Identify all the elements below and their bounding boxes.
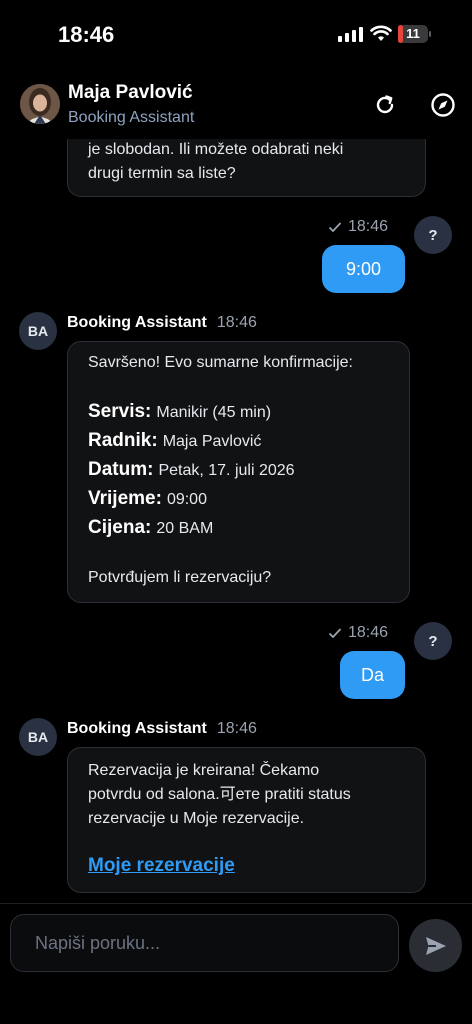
summary-row-worker: Radnik: Maja Pavlović [88, 429, 389, 458]
summary-label: Cijena: [88, 517, 152, 538]
assistant-avatar: BA [19, 718, 57, 756]
message-line: je slobodan. Ili možete odabrati neki [88, 141, 344, 158]
message-line: potvrdu od salona.可ете pratiti status [88, 786, 351, 803]
summary-row-time: Vrijeme: 09:00 [88, 487, 389, 516]
message-time: 18:46 [348, 624, 389, 641]
send-button[interactable] [409, 919, 462, 972]
message-line: drugi termin sa liste? [88, 165, 236, 182]
avatar[interactable] [20, 84, 60, 124]
user-avatar: ? [414, 622, 452, 660]
message-timestamp: 18:46 [328, 624, 388, 642]
avatar-photo [20, 84, 60, 124]
check-icon [328, 628, 342, 639]
wifi-icon [370, 25, 392, 41]
message-bubble: Savršeno! Evo sumarne konfirmacije: Serv… [67, 341, 410, 603]
summary-label: Servis: [88, 401, 152, 422]
summary-value: 20 BAM [156, 520, 214, 537]
my-reservations-link[interactable]: Moje rezervacije [88, 855, 235, 876]
summary-value: 09:00 [166, 491, 207, 508]
message-question: Potvrđujem li rezervaciju? [88, 569, 272, 586]
assistant-avatar: BA [19, 312, 57, 350]
status-time: 18:46 [58, 22, 115, 47]
summary-value: Manikir (45 min) [156, 404, 272, 421]
summary-row-service: Servis: Manikir (45 min) [88, 400, 389, 429]
message-time: 18:46 [216, 720, 257, 737]
explore-button[interactable] [428, 90, 458, 120]
sender-name: Booking Assistant [67, 314, 207, 331]
message-line: Rezervacija je kreirana! Čekamo [88, 762, 320, 779]
message-time: 18:46 [348, 218, 389, 235]
summary-value: Petak, 17. juli 2026 [158, 462, 295, 479]
check-icon [328, 222, 342, 233]
message-time: 18:46 [216, 314, 257, 331]
summary-row-price: Cijena: 20 BAM [88, 516, 389, 545]
battery-icon: 11 [398, 25, 428, 43]
message-input[interactable] [10, 914, 399, 972]
composer-divider [0, 903, 472, 904]
battery-tip [429, 31, 431, 37]
contact-subtitle: Booking Assistant [68, 109, 195, 126]
sender-name: Booking Assistant [67, 720, 207, 737]
signal-icon [338, 27, 363, 42]
compass-icon [431, 93, 455, 117]
summary-label: Vrijeme: [88, 488, 162, 509]
summary-row-date: Datum: Petak, 17. juli 2026 [88, 458, 389, 487]
battery-level: 11 [406, 26, 420, 41]
message-meta: Booking Assistant 18:46 [67, 720, 257, 738]
message-intro: Savršeno! Evo sumarne konfirmacije: [88, 354, 353, 371]
contact-name: Maja Pavlović [68, 82, 193, 103]
message-bubble-outgoing: 9:00 [322, 245, 405, 293]
refresh-icon [376, 95, 394, 114]
user-avatar: ? [414, 216, 452, 254]
refresh-button[interactable] [370, 90, 400, 120]
message-bubble: Rezervacija je kreirana! Čekamo potvrdu … [67, 747, 426, 893]
summary-label: Radnik: [88, 430, 158, 451]
send-icon [425, 936, 446, 955]
message-timestamp: 18:46 [328, 218, 388, 236]
summary-value: Maja Pavlović [162, 433, 262, 450]
summary-label: Datum: [88, 459, 154, 480]
message-bubble-outgoing: Da [340, 651, 405, 699]
message-meta: Booking Assistant 18:46 [67, 314, 257, 332]
message-line: rezervacije u Moje rezervacije. [88, 810, 305, 827]
